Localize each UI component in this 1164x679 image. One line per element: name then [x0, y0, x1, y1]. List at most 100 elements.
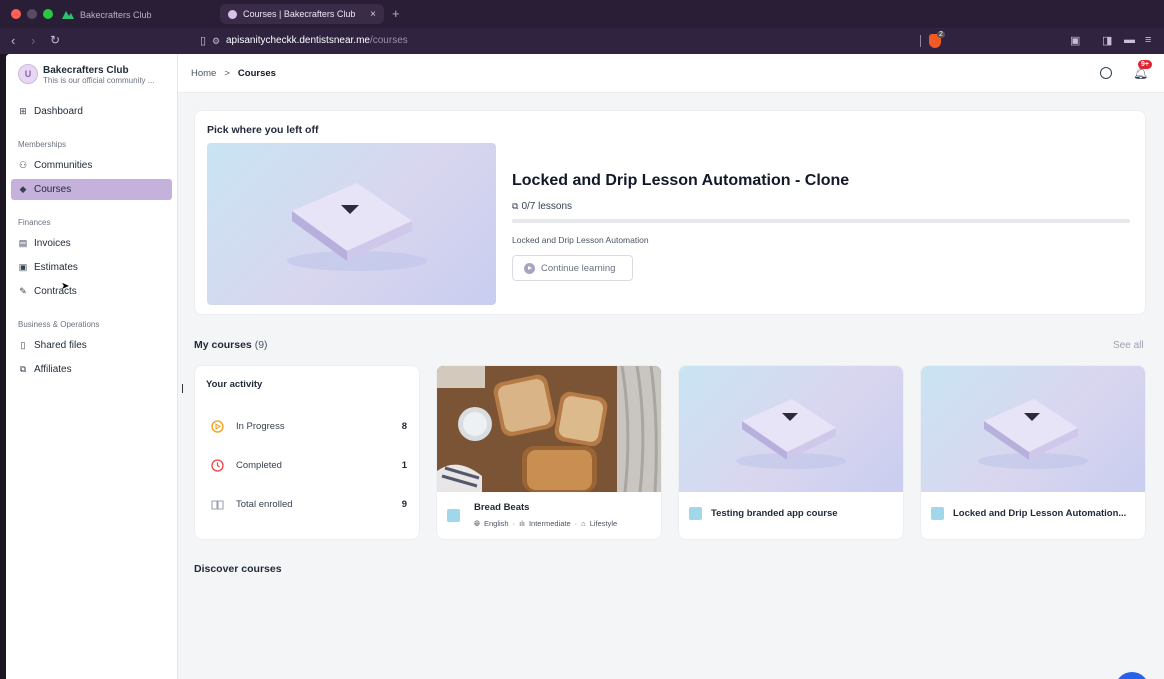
tab-favicon-icon	[228, 9, 237, 19]
chat-icon[interactable]	[1100, 67, 1112, 79]
file-icon: ▯	[20, 340, 26, 350]
sidebar-item-shared-files[interactable]: ▯ Shared files	[11, 335, 172, 356]
menu-icon[interactable]: ≡	[1145, 34, 1151, 46]
course-meta: 🌐︎ English · ılı Intermediate · ⌂ Lifest…	[474, 519, 617, 529]
sidebar-item-label: Affiliates	[34, 364, 72, 375]
forward-icon[interactable]: ›	[31, 33, 35, 48]
lesson-count: ⧉ 0/7 lessons	[512, 201, 572, 212]
close-window-dot[interactable]	[11, 9, 21, 19]
back-icon[interactable]: ‹	[11, 33, 15, 48]
notification-badge: 9+	[1138, 60, 1152, 69]
tab-active-label: Courses | Bakecrafters Club	[243, 9, 356, 19]
course-category: Lifestyle	[589, 519, 618, 528]
course-name: Testing branded app course	[711, 508, 838, 519]
clock-icon	[211, 458, 224, 472]
continue-learning-button[interactable]: Continue learning	[512, 255, 633, 281]
course-image	[921, 366, 1145, 492]
activity-label: In Progress	[236, 420, 285, 432]
url-path: /courses	[369, 35, 408, 46]
meta-separator: ·	[512, 519, 516, 528]
sidebar-item-courses[interactable]: ◆ Courses	[11, 179, 172, 200]
section-memberships: Memberships	[18, 140, 67, 149]
url-divider	[920, 35, 921, 47]
affiliate-icon: ⧉	[19, 364, 27, 374]
sidebar-item-contracts[interactable]: ✎ Contracts	[11, 281, 172, 302]
sidebar-item-label: Courses	[34, 184, 72, 195]
course-type-icon	[931, 507, 944, 520]
tab-logo-icon	[62, 11, 74, 19]
sidebar-toggle-icon[interactable]: ◨	[1102, 34, 1112, 47]
breadcrumb-current: Courses	[237, 68, 276, 79]
continue-heading: Pick where you left off	[207, 124, 319, 136]
bookmark-icon[interactable]: ▯	[200, 34, 206, 47]
activity-value: 1	[401, 459, 407, 471]
new-tab-icon[interactable]: +	[392, 6, 400, 21]
course-card-locked-drip[interactable]: Locked and Drip Lesson Automation...	[920, 365, 1146, 540]
sidebar-item-invoices[interactable]: ▤ Invoices	[11, 233, 172, 254]
minimize-window-dot[interactable]	[27, 9, 37, 19]
book-play-icon	[287, 183, 427, 271]
continue-course-subtitle: Locked and Drip Lesson Automation	[512, 235, 649, 245]
browser-tab-inactive[interactable]: Bakecrafters Club	[62, 6, 152, 23]
discover-courses-heading: Discover courses	[194, 563, 282, 575]
lessons-icon: ⧉	[512, 201, 519, 211]
tag-icon: ⌂	[581, 519, 586, 528]
dashboard-icon: ⊞	[19, 106, 27, 116]
org-name: Bakecrafters Club	[43, 65, 129, 76]
sidebar-item-dashboard[interactable]: ⊞ Dashboard	[11, 101, 172, 122]
activity-row-in-progress: In Progress 8	[211, 418, 407, 434]
graduation-cap-icon: ◆	[19, 184, 27, 194]
help-chat-button[interactable]	[1115, 672, 1149, 679]
course-title-row: Testing branded app course	[689, 507, 838, 520]
level-icon: ılı	[519, 519, 525, 528]
top-header: Home > Courses 🔔︎ 9+	[178, 54, 1164, 93]
course-card-testing-branded[interactable]: Testing branded app course	[678, 365, 904, 540]
activity-label: Completed	[236, 459, 282, 471]
sidebar-item-label: Estimates	[34, 262, 78, 273]
sidebar-item-affiliates[interactable]: ⧉ Affiliates	[11, 359, 172, 380]
site-settings-icon[interactable]: ⚙	[212, 36, 220, 47]
activity-title: Your activity	[206, 379, 263, 390]
course-level: Intermediate	[528, 519, 571, 528]
url-host: apisanitycheckk.dentistsnear.me	[226, 35, 370, 46]
play-circle-icon	[211, 419, 224, 433]
wallet-icon[interactable]: ▣	[1070, 34, 1080, 47]
globe-icon: 🌐︎	[474, 519, 480, 528]
app-frame: U Bakecrafters Club This is our official…	[6, 54, 1164, 679]
continue-course-title[interactable]: Locked and Drip Lesson Automation - Clon…	[512, 172, 849, 190]
activity-row-completed: Completed 1	[211, 457, 407, 473]
lessons-label: 0/7 lessons	[521, 201, 573, 212]
estimate-icon: ▣	[18, 262, 28, 272]
course-thumbnail[interactable]	[207, 143, 496, 305]
activity-card: Your activity In Progress 8 Completed 1 …	[194, 365, 420, 540]
mouse-pointer-icon: ➤	[61, 281, 70, 292]
sidebar-item-estimates[interactable]: ▣ Estimates	[11, 257, 172, 278]
activity-value: 8	[401, 420, 407, 432]
address-bar[interactable]: apisanitycheckk.dentistsnear.me/courses	[226, 35, 408, 46]
course-card-bread-beats[interactable]: Bread Beats 🌐︎ English · ılı Intermediat…	[436, 365, 662, 540]
users-icon: ⚇	[18, 160, 28, 170]
sidebar-item-label: Contracts	[34, 286, 77, 297]
breadcrumb-separator: >	[224, 68, 230, 79]
my-courses-count: (9)	[254, 339, 268, 351]
reload-icon[interactable]: ↻	[50, 33, 60, 47]
meta-separator: ·	[574, 519, 578, 528]
course-progress-bar	[512, 219, 1130, 223]
org-switcher[interactable]: U Bakecrafters Club This is our official…	[18, 64, 178, 90]
my-courses-title: My courses	[194, 339, 252, 351]
browser-titlebar: Bakecrafters Club Courses | Bakecrafters…	[0, 0, 1164, 28]
extensions-icon[interactable]: ▬	[1124, 34, 1135, 46]
continue-learning-label: Continue learning	[541, 262, 616, 274]
bread-photo-icon	[437, 366, 661, 493]
pen-icon: ✎	[19, 286, 27, 296]
tab-close-icon[interactable]: ×	[370, 9, 376, 20]
breadcrumb-home[interactable]: Home	[191, 68, 216, 79]
see-all-link[interactable]: See all	[1113, 340, 1144, 351]
tab-inactive-label: Bakecrafters Club	[80, 9, 152, 20]
section-finances: Finances	[18, 218, 51, 227]
my-courses-heading: My courses (9)	[194, 339, 268, 351]
org-avatar: U	[18, 64, 38, 84]
sidebar-item-communities[interactable]: ⚇ Communities	[11, 155, 172, 176]
maximize-window-dot[interactable]	[43, 9, 53, 19]
browser-tab-active[interactable]: Courses | Bakecrafters Club ×	[220, 4, 384, 24]
